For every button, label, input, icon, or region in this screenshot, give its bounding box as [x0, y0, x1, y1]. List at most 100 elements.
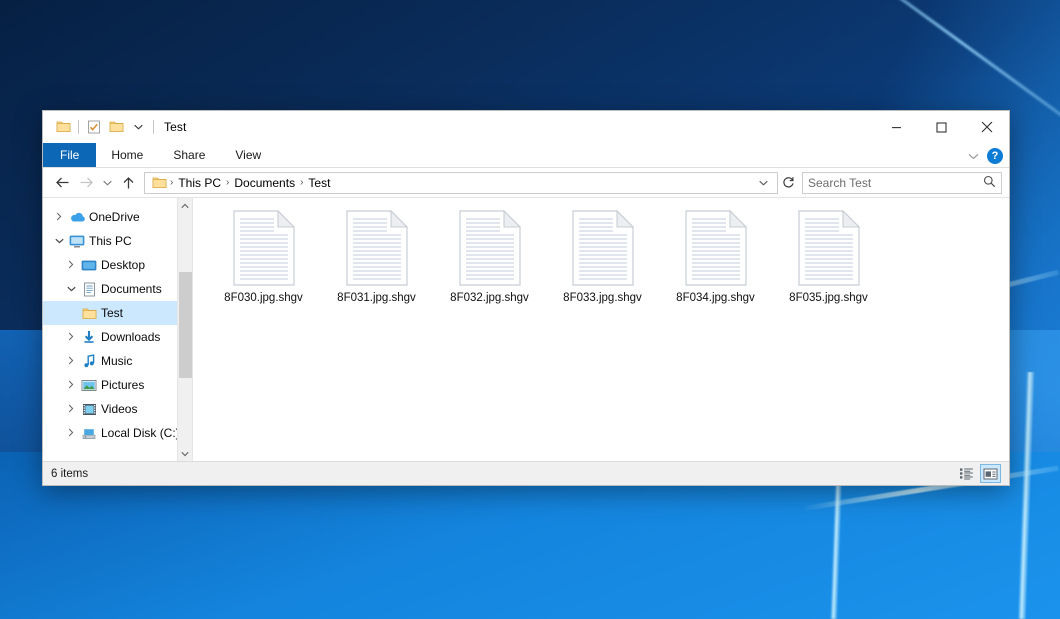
sidebar-item-pictures[interactable]: Pictures [43, 373, 192, 397]
generic-document-icon [459, 210, 521, 286]
generic-document-icon [233, 210, 295, 286]
harddrive-icon [79, 427, 99, 440]
folder-icon[interactable] [52, 116, 74, 138]
generic-document-icon [798, 210, 860, 286]
sidebar-item-label: Desktop [99, 258, 145, 272]
tab-file[interactable]: File [43, 143, 96, 167]
sidebar-item-label: Music [99, 354, 132, 368]
sidebar-item-label: Documents [99, 282, 162, 296]
chevron-right-icon[interactable] [63, 332, 79, 343]
file-explorer-window: Test File Home Share View [42, 110, 1010, 486]
tab-share[interactable]: Share [158, 143, 220, 167]
generic-document-icon [685, 210, 747, 286]
folder-icon [149, 176, 169, 189]
chevron-down-icon[interactable] [63, 284, 79, 294]
sidebar-item-label: OneDrive [87, 210, 140, 224]
file-list-view[interactable]: 8F030.jpg.shgv 8F031.j [193, 198, 1009, 461]
maximize-button[interactable] [919, 111, 964, 143]
chevron-down-icon[interactable] [968, 149, 979, 163]
minimize-button[interactable] [874, 111, 919, 143]
details-view-button[interactable] [956, 464, 977, 483]
new-folder-icon[interactable] [105, 116, 127, 138]
sidebar-item-label: Local Disk (C:) [99, 426, 180, 440]
quick-access-toolbar: Test [43, 116, 186, 138]
scroll-down-arrow-icon[interactable] [181, 446, 189, 461]
scrollbar-thumb[interactable] [179, 272, 192, 378]
address-bar: › This PC › Documents › Test Searc [43, 168, 1009, 197]
generic-document-icon [572, 210, 634, 286]
refresh-icon[interactable] [778, 172, 798, 194]
file-grid: 8F030.jpg.shgv 8F031.j [207, 206, 1009, 326]
pictures-icon [79, 379, 99, 392]
breadcrumb-item-test[interactable]: Test [304, 176, 334, 190]
breadcrumb-item-documents[interactable]: Documents [230, 176, 299, 190]
videos-icon [79, 403, 99, 416]
sidebar-item-videos[interactable]: Videos [43, 397, 192, 421]
breadcrumb-item-this-pc[interactable]: This PC [174, 176, 225, 190]
view-mode-buttons [956, 464, 1001, 483]
tab-view[interactable]: View [220, 143, 276, 167]
item-count-label: 6 items [51, 468, 88, 480]
breadcrumb-bar[interactable]: › This PC › Documents › Test [144, 172, 778, 194]
computer-icon [67, 235, 87, 248]
chevron-right-icon[interactable] [63, 356, 79, 367]
scroll-up-arrow-icon[interactable] [181, 198, 189, 213]
file-item[interactable]: 8F034.jpg.shgv [659, 206, 772, 326]
sidebar-item-documents[interactable]: Documents [43, 277, 192, 301]
sidebar-item-desktop[interactable]: Desktop [43, 253, 192, 277]
help-icon[interactable]: ? [987, 148, 1003, 164]
file-item[interactable]: 8F031.jpg.shgv [320, 206, 433, 326]
sidebar-item-local-disk-c[interactable]: Local Disk (C:) [43, 421, 192, 445]
sidebar-item-label: This PC [87, 234, 132, 248]
sidebar-item-label: Downloads [99, 330, 160, 344]
file-name: 8F031.jpg.shgv [337, 292, 416, 304]
file-item[interactable]: 8F032.jpg.shgv [433, 206, 546, 326]
chevron-right-icon[interactable] [63, 428, 79, 439]
chevron-down-icon[interactable] [753, 172, 773, 194]
close-button[interactable] [964, 111, 1009, 143]
status-bar: 6 items [43, 461, 1009, 485]
chevron-right-icon[interactable] [63, 404, 79, 415]
search-icon[interactable] [983, 175, 996, 191]
file-name: 8F035.jpg.shgv [789, 292, 868, 304]
folder-icon [79, 307, 99, 320]
up-button[interactable] [116, 171, 140, 195]
large-icons-view-button[interactable] [980, 464, 1001, 483]
generic-document-icon [346, 210, 408, 286]
onedrive-cloud-icon [67, 211, 87, 223]
sidebar-item-this-pc[interactable]: This PC [43, 229, 192, 253]
forward-button[interactable] [74, 171, 98, 195]
chevron-right-icon[interactable] [51, 212, 67, 223]
sidebar-item-label: Test [99, 306, 123, 320]
documents-icon [79, 282, 99, 297]
ribbon-right-controls: ? [968, 143, 1003, 168]
toolbar-separator-2 [153, 120, 154, 134]
sidebar-scrollbar[interactable] [177, 198, 192, 461]
chevron-right-icon[interactable] [63, 260, 79, 271]
navigation-pane: OneDrive This PC [43, 198, 193, 461]
chevron-down-icon[interactable] [51, 236, 67, 246]
music-icon [79, 354, 99, 368]
file-item[interactable]: 8F030.jpg.shgv [207, 206, 320, 326]
desktop-icon [79, 259, 99, 272]
sidebar-item-onedrive[interactable]: OneDrive [43, 205, 192, 229]
tab-home[interactable]: Home [96, 143, 158, 167]
search-input[interactable]: Search Test [802, 172, 1002, 194]
downloads-icon [79, 330, 99, 344]
search-placeholder: Search Test [808, 176, 983, 190]
window-title: Test [164, 120, 186, 134]
sidebar-item-downloads[interactable]: Downloads [43, 325, 192, 349]
chevron-right-icon[interactable] [63, 380, 79, 391]
back-button[interactable] [50, 171, 74, 195]
sidebar-item-music[interactable]: Music [43, 349, 192, 373]
chevron-down-icon[interactable] [127, 116, 149, 138]
window-controls [874, 111, 1009, 143]
recent-locations-button[interactable] [98, 171, 116, 195]
desktop-wallpaper: Test File Home Share View [0, 0, 1060, 619]
sidebar-item-test[interactable]: Test [43, 301, 192, 325]
window-body: OneDrive This PC [43, 197, 1009, 461]
title-bar: Test [43, 111, 1009, 143]
properties-icon[interactable] [83, 116, 105, 138]
file-item[interactable]: 8F033.jpg.shgv [546, 206, 659, 326]
file-item[interactable]: 8F035.jpg.shgv [772, 206, 885, 326]
